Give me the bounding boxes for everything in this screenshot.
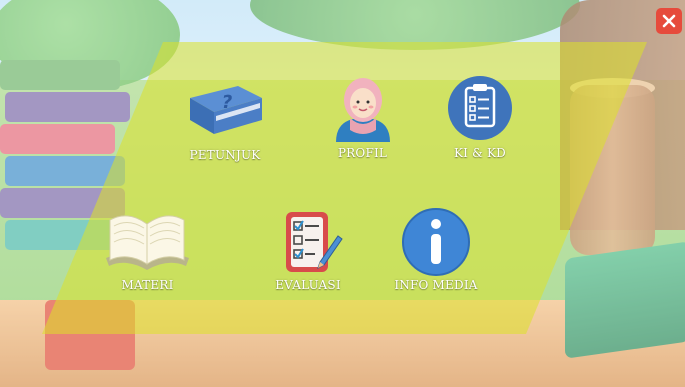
menu-ki-kd-label: KI & KD [453,146,506,160]
menu-evaluasi-label: EVALUASI [275,278,341,292]
menu-materi-label: MATERI [121,278,174,292]
menu-ki-kd[interactable]: KI & KD [440,72,520,160]
menu-petunjuk[interactable]: ? PETUNJUK [180,78,270,162]
menu-profil-label: PROFIL [337,146,388,160]
open-book-icon [106,215,189,270]
menu-profil[interactable]: PROFIL [325,72,400,160]
close-button[interactable] [656,8,682,34]
info-icon [402,208,470,276]
menu-info-media[interactable]: INFO MEDIA [386,206,486,292]
help-book-icon: ? [190,86,262,134]
profile-avatar-icon [335,78,390,142]
close-icon [662,14,676,28]
menu-materi[interactable]: MATERI [100,206,195,292]
menu-info-media-label: INFO MEDIA [394,278,478,292]
clipboard-checklist-icon [448,76,512,140]
menu-petunjuk-label: PETUNJUK [189,148,261,162]
checklist-pencil-icon [286,212,343,272]
menu-evaluasi[interactable]: EVALUASI [258,208,358,292]
